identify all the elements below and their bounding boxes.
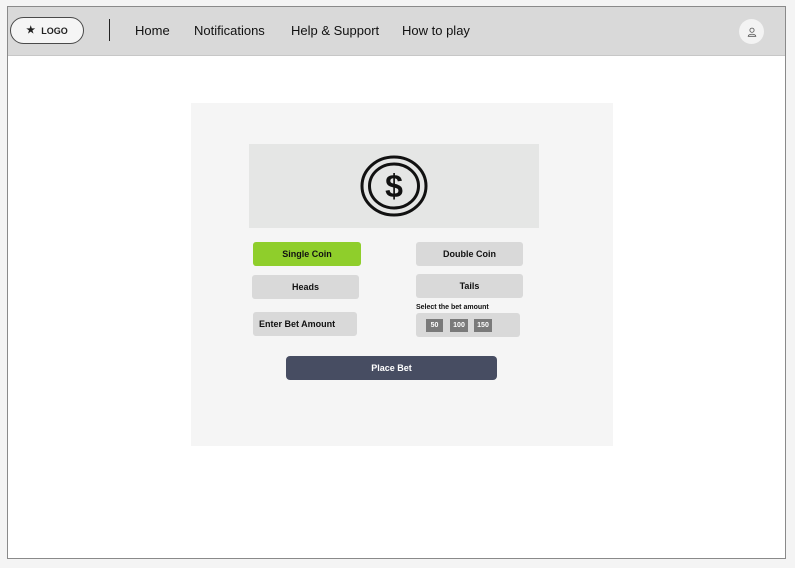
logo-label: LOGO [41,25,68,36]
coin-display: $ [249,144,539,228]
app-window: ★ LOGO Home Notifications Help & Support… [7,6,786,559]
place-bet-button[interactable]: Place Bet [286,356,497,380]
user-icon [747,27,756,37]
nav-help-support[interactable]: Help & Support [291,23,379,38]
amount-chip-100[interactable]: 100 [450,319,468,332]
single-coin-button[interactable]: Single Coin [253,242,361,266]
amount-chip-50[interactable]: 50 [426,319,443,332]
top-navbar: ★ LOGO Home Notifications Help & Support… [8,7,785,56]
nav-notifications[interactable]: Notifications [194,23,265,38]
bet-amount-input[interactable] [253,312,357,336]
betting-panel: $ Single Coin Double Coin Heads Tails Se… [191,103,613,446]
nav-divider [109,19,110,41]
user-avatar-button[interactable] [739,19,764,44]
svg-text:$: $ [385,168,403,204]
logo-button[interactable]: ★ LOGO [10,17,84,44]
bet-amount-selector: 50 100 150 [416,313,520,337]
dollar-coin-icon: $ [360,155,428,217]
heads-button[interactable]: Heads [252,275,359,299]
amount-chip-150[interactable]: 150 [474,319,492,332]
double-coin-button[interactable]: Double Coin [416,242,523,266]
tails-button[interactable]: Tails [416,274,523,298]
star-icon: ★ [26,24,36,36]
nav-how-to-play[interactable]: How to play [402,23,470,38]
nav-home[interactable]: Home [135,23,170,38]
bet-amount-label: Select the bet amount [416,304,489,311]
